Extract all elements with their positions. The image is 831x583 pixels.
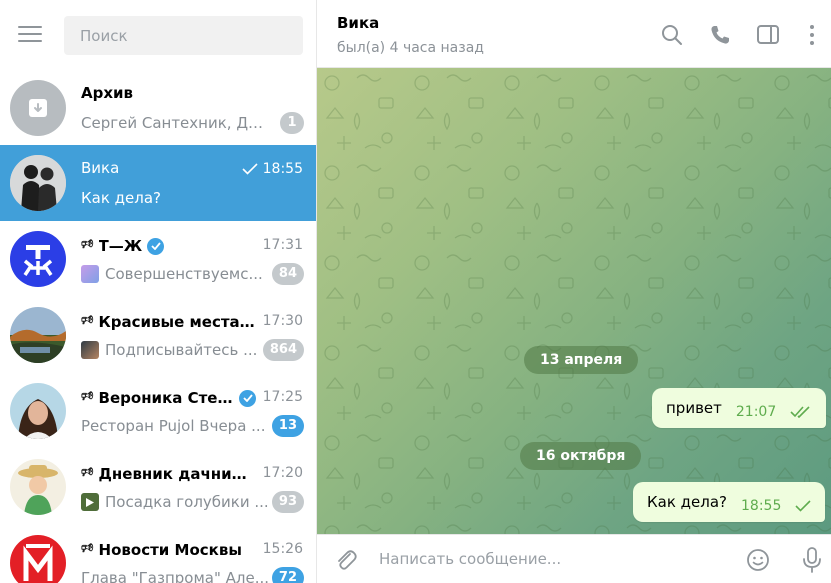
- message-text: привет: [666, 399, 722, 417]
- chat-item-archive[interactable]: Архив Сергей Сантехник, Дар... 1: [0, 70, 316, 146]
- unread-badge: 864: [262, 339, 304, 361]
- chat-item-veronika[interactable]: 🕫 Вероника Сте... 17:25 Ресторан Pujol В…: [0, 373, 316, 449]
- avatar: [10, 383, 66, 439]
- message-time: 18:55: [741, 498, 782, 514]
- chat-item-novosti-moskvy[interactable]: 🕫 Новости Москвы 15:26 Глава "Газпрома" …: [0, 525, 316, 583]
- check-icon: [242, 163, 258, 175]
- archive-avatar: [10, 80, 66, 136]
- unread-badge: 84: [271, 263, 304, 285]
- chat-preview: Глава "Газпрома" Але...: [81, 569, 270, 583]
- chat-preview: Как дела?: [81, 189, 162, 207]
- chat-time: 17:31: [262, 237, 303, 253]
- microphone-icon[interactable]: [799, 546, 825, 574]
- outgoing-message[interactable]: привет 21:07: [652, 388, 827, 428]
- outgoing-message[interactable]: Как дела? 18:55: [633, 482, 826, 522]
- preview-thumbnail: [81, 265, 99, 283]
- double-check-icon: [790, 406, 810, 418]
- chat-preview: Совершенствуемс...: [105, 265, 263, 283]
- menu-icon[interactable]: [18, 26, 42, 44]
- date-separator: 16 октября: [520, 442, 642, 470]
- message-composer: [317, 534, 831, 583]
- avatar: [10, 231, 66, 287]
- chat-header: Вика был(а) 4 часа назад: [317, 0, 831, 68]
- message-text: Как дела?: [647, 493, 728, 511]
- chat-title: Новости Москвы: [98, 541, 242, 559]
- megaphone-icon: 🕫: [81, 237, 94, 252]
- avatar: [10, 155, 66, 211]
- unread-badge: 93: [271, 491, 304, 513]
- avatar: [10, 459, 66, 515]
- chat-time: 18:55: [262, 161, 303, 177]
- chat-title: Т—Ж: [98, 237, 143, 255]
- megaphone-icon: 🕫: [81, 465, 94, 480]
- chat-title: Архив: [81, 84, 134, 102]
- chat-title: Вероника Сте...: [98, 389, 234, 407]
- chat-time: 17:25: [262, 389, 303, 405]
- unread-badge: 72: [271, 567, 304, 583]
- sidebar-header: [0, 0, 316, 70]
- avatar: [10, 535, 66, 583]
- avatar: [10, 307, 66, 363]
- verified-icon: [239, 389, 256, 407]
- unread-badge: 13: [271, 415, 304, 437]
- emoji-icon[interactable]: [745, 547, 771, 573]
- chat-title: Дневник дачник...: [98, 465, 256, 483]
- chat-preview: Посадка голубики ...: [105, 493, 269, 511]
- chat-preview: Сергей Сантехник, Дар...: [81, 114, 270, 132]
- message-area[interactable]: 13 апреля привет 21:07 16 октября Как де…: [317, 68, 831, 534]
- date-separator: 13 апреля: [524, 346, 639, 374]
- chat-preview: Подписывайтесь ...: [105, 341, 258, 359]
- message-time: 21:07: [735, 404, 777, 420]
- paperclip-icon[interactable]: [333, 547, 359, 573]
- chat-header-status: был(а) 4 часа назад: [337, 40, 484, 56]
- chat-time: 17:30: [262, 313, 303, 329]
- preview-thumbnail: [81, 341, 99, 359]
- chat-header-name[interactable]: Вика: [337, 14, 379, 32]
- sidebar-toggle-icon[interactable]: [755, 22, 781, 48]
- chat-title: Красивые места ...: [98, 313, 256, 331]
- message-input[interactable]: [379, 545, 719, 573]
- video-thumbnail: [81, 493, 99, 511]
- archive-icon: [29, 99, 47, 117]
- search-icon[interactable]: [659, 22, 685, 48]
- chat-item-vika[interactable]: Вика 18:55 Как дела?: [0, 145, 316, 221]
- chat-preview: Ресторан Pujol Вчера ...: [81, 417, 266, 435]
- verified-icon: [147, 237, 165, 255]
- unread-badge: 1: [280, 112, 304, 134]
- check-icon: [795, 500, 811, 512]
- chat-item-dnevnik-dachnika[interactable]: 🕫 Дневник дачник... 17:20 Посадка голуби…: [0, 449, 316, 525]
- chat-time: 15:26: [262, 541, 303, 557]
- chat-time: 17:20: [262, 465, 303, 481]
- chat-item-krasivye-mesta[interactable]: 🕫 Красивые места ... 17:30 Подписывайтес…: [0, 297, 316, 373]
- chat-list-sidebar: Архив Сергей Сантехник, Дар... 1 Вика 18…: [0, 0, 317, 583]
- chat-title: Вика: [81, 159, 120, 177]
- more-vertical-icon[interactable]: [799, 22, 825, 48]
- megaphone-icon: 🕫: [81, 313, 94, 328]
- phone-icon[interactable]: [707, 22, 733, 48]
- chat-item-tzh[interactable]: 🕫 Т—Ж 17:31 Совершенствуемс... 84: [0, 221, 316, 297]
- megaphone-icon: 🕫: [81, 389, 94, 404]
- megaphone-icon: 🕫: [81, 541, 94, 556]
- search-input[interactable]: [64, 16, 303, 55]
